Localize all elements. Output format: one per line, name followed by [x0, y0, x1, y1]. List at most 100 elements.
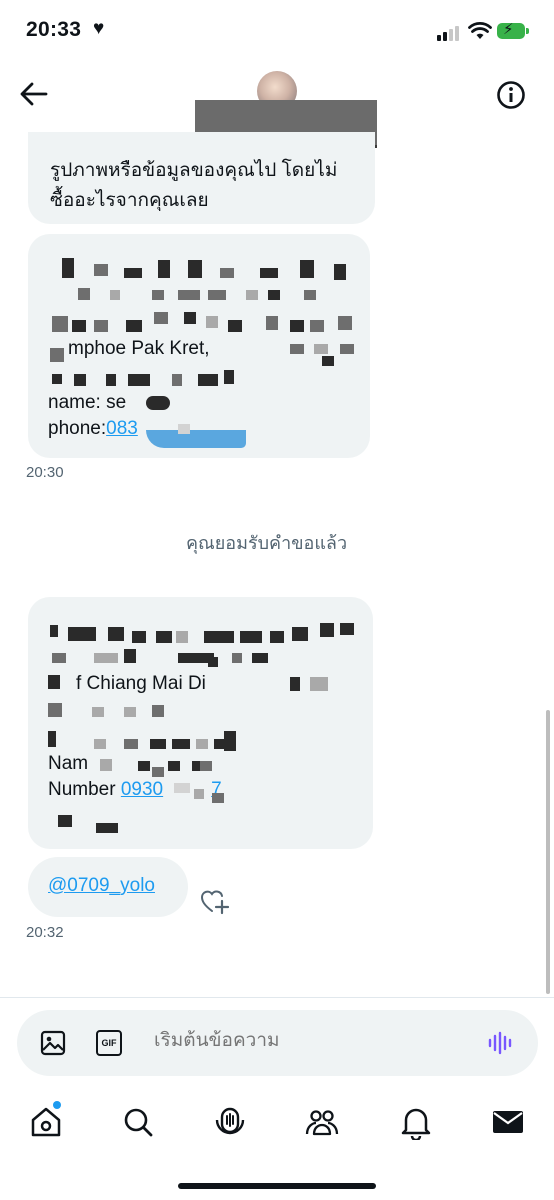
phone-link[interactable]: 083 — [106, 418, 138, 439]
pixelated-redaction — [208, 657, 218, 667]
home-icon[interactable] — [28, 1104, 64, 1140]
phone-label: phone: — [48, 418, 107, 439]
notification-dot — [53, 1101, 61, 1109]
pixelated-redaction — [290, 344, 304, 354]
pixelated-redaction — [48, 675, 60, 689]
pixelated-redaction — [220, 268, 234, 278]
pixelated-redaction — [132, 631, 146, 643]
pixelated-redaction — [232, 653, 242, 663]
communities-icon[interactable] — [304, 1104, 340, 1140]
pixelated-redaction — [240, 631, 262, 643]
pixelated-redaction — [94, 320, 108, 332]
pixelated-redaction — [224, 731, 236, 751]
pixelated-redaction — [58, 815, 72, 827]
pixelated-redaction — [196, 739, 208, 749]
pixelated-redaction — [152, 767, 164, 777]
messages-icon[interactable] — [490, 1104, 526, 1140]
back-arrow-icon[interactable] — [18, 80, 50, 108]
pixelated-redaction — [212, 793, 224, 803]
pixelated-redaction — [340, 623, 354, 635]
address-line-amphoe: mphoe Pak Kret, — [68, 338, 210, 359]
charging-bolt-icon: ⚡ — [503, 21, 514, 38]
pixelated-redaction — [50, 348, 64, 362]
pixelated-redaction — [184, 312, 196, 324]
pixelated-redaction — [310, 320, 324, 332]
pixelated-redaction — [246, 290, 258, 300]
pixelated-redaction — [300, 260, 314, 278]
pixelated-redaction — [168, 761, 180, 771]
pixelated-redaction — [158, 260, 170, 278]
pixelated-redaction — [198, 374, 218, 386]
pixelated-redaction — [50, 625, 58, 637]
pixelated-redaction — [174, 783, 190, 793]
mention-link[interactable]: @0709_yolo — [48, 875, 155, 897]
pixelated-redaction — [172, 739, 190, 749]
message-bubble[interactable]: รูปภาพหรือข้อมูลของคุณไป โดยไม่ ซื้ออะไร… — [28, 132, 375, 224]
pixelated-redaction — [92, 707, 104, 717]
home-indicator[interactable] — [178, 1183, 376, 1189]
pixelated-redaction — [178, 290, 200, 300]
pixelated-redaction — [314, 344, 328, 354]
request-accepted-notice: คุณยอมรับคำขอแล้ว — [186, 533, 348, 553]
voice-message-icon[interactable] — [487, 1031, 515, 1055]
pixelated-redaction — [228, 320, 242, 332]
pixelated-redaction — [340, 344, 354, 354]
image-icon[interactable] — [40, 1030, 66, 1056]
message-composer[interactable]: GIF — [17, 1010, 538, 1076]
pixelated-redaction — [74, 374, 86, 386]
cellular-signal-icon — [437, 26, 459, 41]
pixelated-redaction — [124, 739, 138, 749]
pixelated-redaction — [146, 430, 246, 448]
pixelated-redaction — [172, 374, 182, 386]
pixelated-redaction — [152, 290, 164, 300]
pixelated-redaction — [150, 739, 166, 749]
gif-icon[interactable]: GIF — [96, 1030, 122, 1056]
pixelated-redaction — [178, 424, 190, 434]
pixelated-redaction — [52, 316, 68, 332]
pixelated-redaction — [156, 631, 172, 643]
pixelated-redaction — [94, 739, 106, 749]
message-timestamp: 20:32 — [26, 924, 64, 941]
message-text: รูปภาพหรือข้อมูลของคุณไป โดยไม่ ซื้ออะไร… — [50, 156, 370, 216]
add-reaction-heart-icon[interactable] — [200, 889, 230, 915]
pixelated-redaction — [260, 268, 278, 278]
search-icon[interactable] — [120, 1104, 156, 1140]
pixelated-redaction — [94, 264, 108, 276]
pixelated-redaction — [96, 823, 118, 833]
pixelated-redaction — [270, 631, 284, 643]
pixelated-redaction — [146, 396, 170, 410]
pixelated-redaction — [224, 370, 234, 384]
pixelated-redaction — [320, 623, 334, 637]
pixelated-redaction — [124, 649, 136, 663]
notifications-icon[interactable] — [398, 1104, 434, 1140]
pixelated-redaction — [128, 374, 150, 386]
spaces-icon[interactable] — [212, 1104, 248, 1140]
recipient-name-line: Nam — [48, 753, 89, 774]
mention-message-bubble[interactable]: @0709_yolo — [28, 857, 188, 917]
pixelated-redaction — [108, 627, 124, 641]
pixelated-redaction — [110, 290, 120, 300]
pixelated-redaction — [154, 312, 168, 324]
message-timestamp: 20:30 — [26, 464, 64, 481]
pixelated-redaction — [290, 320, 304, 332]
number-link-start[interactable]: 0930 — [121, 779, 163, 800]
pixelated-redaction — [194, 789, 204, 799]
message-input[interactable] — [154, 1030, 454, 1052]
pixelated-redaction — [94, 653, 118, 663]
info-icon[interactable] — [496, 80, 526, 110]
pixelated-redaction — [292, 627, 308, 641]
pixelated-redaction — [204, 631, 234, 643]
address-message-bubble[interactable]: mphoe Pak Kret, name: se phone:083 — [28, 234, 370, 458]
pixelated-redaction — [152, 705, 164, 717]
pixelated-redaction — [334, 264, 346, 280]
address-message-bubble[interactable]: f Chiang Mai Di Nam Number 0930 7 — [28, 597, 373, 849]
pixelated-redaction — [208, 290, 226, 300]
composer-divider — [0, 997, 554, 998]
battery-tip — [526, 28, 529, 34]
pixelated-redaction — [124, 268, 142, 278]
pixelated-redaction — [106, 374, 116, 386]
scrollbar[interactable] — [546, 710, 550, 994]
address-line-chiang-mai: f Chiang Mai Di — [76, 673, 206, 694]
pixelated-redaction — [78, 288, 90, 300]
pixelated-redaction — [188, 260, 202, 278]
